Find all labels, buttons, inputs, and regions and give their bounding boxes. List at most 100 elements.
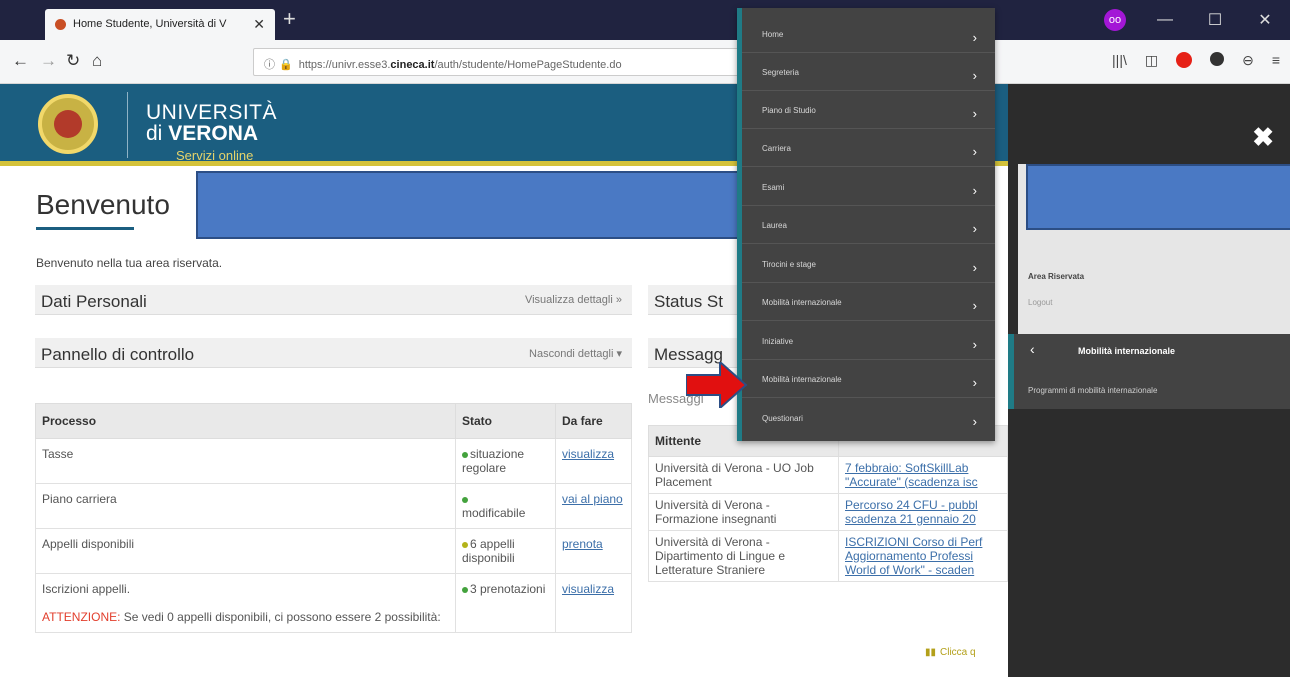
cell-da-fare: visualizza: [555, 573, 632, 633]
university-prefix: di: [146, 122, 163, 145]
message-link[interactable]: scadenza 21 gennaio 20: [845, 512, 976, 526]
adblock-icon[interactable]: [1176, 52, 1193, 68]
message-link[interactable]: ISCRIZIONI Corso di Perf: [845, 535, 982, 549]
cell-processo: Piano carriera: [35, 483, 456, 529]
table-row: Appelli disponibili 6 appelli disponibil…: [35, 528, 632, 574]
menu-item-segreteria[interactable]: Segreteria ›: [762, 68, 983, 88]
user-area: Area Riservata Logout: [1018, 164, 1290, 334]
menu-item-label: Iniziative: [762, 337, 794, 346]
menu-divider: [742, 359, 995, 360]
chevron-right-icon: ›: [972, 414, 977, 429]
menu-divider: [742, 90, 995, 91]
home-icon[interactable]: ⌂: [92, 51, 102, 71]
more-messages-link[interactable]: ▮▮ Clicca q: [925, 643, 980, 658]
menu-item-home[interactable]: Home ›: [762, 30, 983, 50]
chevron-right-icon: ›: [972, 337, 977, 352]
submenu-item[interactable]: Programmi di mobilità internazionale: [1028, 386, 1157, 395]
extension-icon[interactable]: [1210, 52, 1225, 66]
back-icon[interactable]: ←: [12, 51, 29, 71]
message-link[interactable]: Percorso 24 CFU - pubbl: [845, 498, 978, 512]
logout-link[interactable]: Logout: [1028, 298, 1052, 307]
maximize-icon[interactable]: ☐: [1190, 10, 1240, 30]
menu-divider: [742, 282, 995, 283]
status-dot-icon: [462, 451, 468, 458]
minimize-icon[interactable]: —: [1140, 11, 1190, 29]
cell-stato: modificabile: [455, 483, 556, 529]
menu-item-mobilita[interactable]: Mobilità internazionale ›: [762, 298, 983, 318]
cell-messaggio: Percorso 24 CFU - pubbl scadenza 21 genna…: [838, 493, 1008, 531]
university-seal-logo[interactable]: [38, 94, 98, 154]
sidebar-icon[interactable]: ◫: [1145, 52, 1158, 69]
message-link[interactable]: Aggiornamento Professi: [845, 549, 973, 563]
close-icon[interactable]: ✖: [1252, 122, 1274, 153]
chevron-right-icon: ›: [972, 183, 977, 198]
menu-divider: [742, 52, 995, 53]
action-link[interactable]: visualizza: [562, 447, 614, 461]
panel-pannello-controllo[interactable]: Pannello di controllo Nascondi dettagli …: [35, 338, 632, 368]
warning-text: Se vedi 0 appelli disponibili, ci posson…: [123, 610, 441, 624]
menu-item-esami[interactable]: Esami ›: [762, 183, 983, 203]
library-icon[interactable]: |||\: [1112, 52, 1127, 69]
forward-icon[interactable]: →: [40, 51, 57, 71]
url-bar[interactable]: ⓘ 🔒 https://univr.esse3.cineca.it/auth/stu…: [253, 48, 743, 76]
cell-stato: situazione regolare: [455, 438, 556, 484]
cell-mittente: Università di Verona - Dipartimento di L…: [648, 530, 839, 582]
back-chevron-icon[interactable]: ‹: [1030, 341, 1035, 357]
tab-title: Home Studente, Università di V: [73, 18, 227, 30]
menu-divider: [742, 320, 995, 321]
chevron-right-icon: ›: [972, 298, 977, 313]
close-window-icon[interactable]: ✕: [1240, 10, 1290, 30]
cell-da-fare: prenota: [555, 528, 632, 574]
reload-icon[interactable]: ↻: [66, 51, 80, 71]
menu-item-questionari[interactable]: Questionari ›: [762, 414, 983, 434]
cell-da-fare: vai al piano: [555, 483, 632, 529]
url-prefix: https://univr.esse3.: [298, 59, 391, 71]
close-tab-icon[interactable]: ✕: [253, 16, 265, 33]
account-icon[interactable]: ⊖: [1242, 52, 1254, 69]
chevron-right-icon: ›: [972, 106, 977, 121]
new-tab-icon[interactable]: +: [283, 6, 296, 32]
panel-action[interactable]: Nascondi dettagli ▾: [529, 347, 622, 360]
action-link[interactable]: vai al piano: [562, 492, 623, 506]
menu-item-mobilita-2[interactable]: Mobilità internazionale ›: [762, 375, 983, 395]
status-text: 6 appelli disponibili: [462, 537, 515, 565]
browser-tab[interactable]: Home Studente, Università di V ✕: [45, 9, 275, 40]
cell-stato: 3 prenotazioni: [455, 573, 556, 633]
navigation-menu: Home › Segreteria › Piano di Studio › Carri…: [737, 8, 995, 441]
panel-dati-personali[interactable]: Dati Personali Visualizza dettagli »: [35, 285, 632, 315]
message-link[interactable]: World of Work" - scaden: [845, 563, 974, 577]
message-link[interactable]: 7 febbraio: SoftSkillLab: [845, 461, 968, 475]
cell-processo: Tasse: [35, 438, 456, 484]
page-title: Benvenuto: [36, 189, 170, 220]
message-link[interactable]: "Accurate" (scadenza isc: [845, 475, 978, 489]
col-stato: Stato: [455, 403, 556, 439]
cell-da-fare: visualizza: [555, 438, 632, 484]
cell-mittente: Università di Verona - Formazione insegn…: [648, 493, 839, 531]
menu-item-label: Laurea: [762, 221, 787, 230]
action-link[interactable]: visualizza: [562, 582, 614, 596]
menu-item-laurea[interactable]: Laurea ›: [762, 221, 983, 241]
col-da-fare: Da fare: [555, 403, 632, 439]
red-arrow-annotation: [686, 362, 748, 408]
menu-item-piano-studio[interactable]: Piano di Studio ›: [762, 106, 983, 126]
private-mask-icon: oo: [1104, 9, 1126, 31]
chevron-right-icon: ›: [972, 260, 977, 275]
table-row: Piano carriera modificabile vai al piano: [35, 483, 632, 529]
menu-item-label: Mobilità internazionale: [762, 375, 842, 384]
panel-status[interactable]: Status St: [648, 285, 743, 315]
menu-item-tirocini[interactable]: Tirocini e stage ›: [762, 260, 983, 280]
chevron-right-icon: »: [615, 294, 622, 306]
menu-icon[interactable]: ≡: [1272, 52, 1280, 69]
browser-tab-bar: Home Studente, Università di V ✕ + oo — …: [0, 0, 1290, 40]
menu-item-carriera[interactable]: Carriera ›: [762, 144, 983, 164]
action-link[interactable]: prenota: [562, 537, 603, 551]
redacted-name-box: [196, 171, 742, 239]
panel-action[interactable]: Visualizza dettagli »: [525, 294, 622, 306]
window-controls: oo — ☐ ✕: [1104, 0, 1290, 40]
chevron-right-icon: ›: [972, 144, 977, 159]
table-header-row: Processo Stato Da fare: [35, 403, 632, 439]
menu-item-iniziative[interactable]: Iniziative ›: [762, 337, 983, 357]
process-name: Iscrizioni appelli.: [42, 582, 131, 596]
side-menu-panel: ✖ Area Riservata Logout ‹ Mobilità inter…: [1008, 84, 1290, 677]
panel-title: Dati Personali: [41, 292, 147, 311]
